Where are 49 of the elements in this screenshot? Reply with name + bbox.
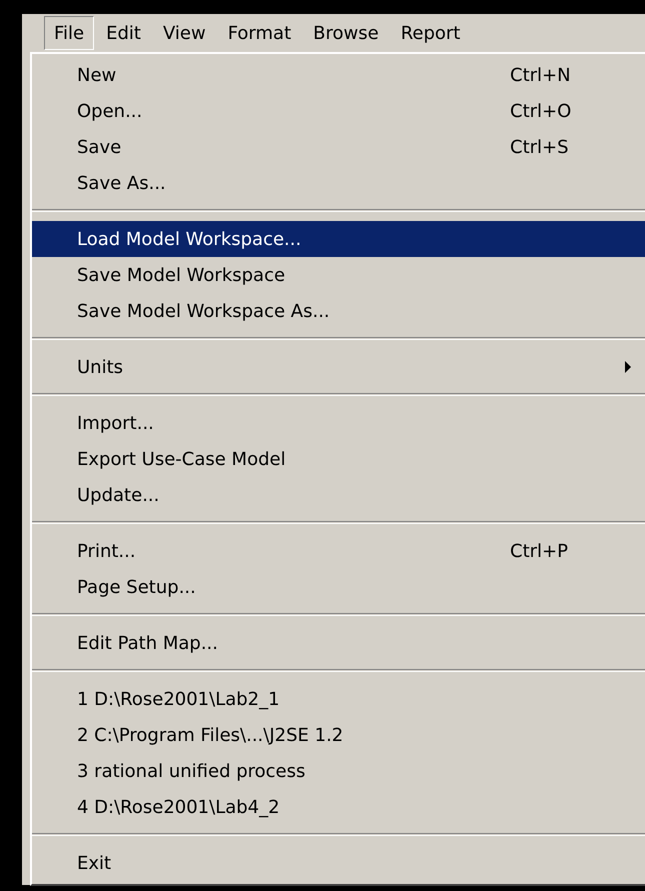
shortcut-label: Ctrl+N	[510, 64, 571, 86]
menu-item[interactable]: 3 rational unified process	[32, 753, 645, 789]
menu-item-label: Page Setup...	[77, 576, 196, 598]
menu-bar-item[interactable]: Format	[218, 16, 302, 50]
menu-item-label: Save Model Workspace As...	[77, 300, 330, 322]
shortcut-label: Ctrl+O	[510, 100, 572, 122]
menu-item[interactable]: Save As...	[32, 165, 645, 201]
submenu-arrow-icon	[624, 361, 632, 373]
menu-item[interactable]: 1 D:\Rose2001\Lab2_1	[32, 681, 645, 717]
menu-item-label: Load Model Workspace...	[77, 228, 302, 250]
menu-item[interactable]: Export Use-Case Model	[32, 441, 645, 477]
menu-item[interactable]: Update...	[32, 477, 645, 513]
menu-item[interactable]: Exit	[32, 845, 645, 881]
menu-bar-item[interactable]: File	[44, 16, 94, 50]
menu-item-label: Save	[77, 136, 122, 158]
menu-item[interactable]: Page Setup...	[32, 569, 645, 605]
menu-item-label: 1 D:\Rose2001\Lab2_1	[77, 688, 280, 710]
menu-bar-item[interactable]: View	[152, 16, 216, 50]
menu-item[interactable]: Save Model Workspace	[32, 257, 645, 293]
menu-item-label: Export Use-Case Model	[77, 448, 286, 470]
menu-item[interactable]: 2 C:\Program Files\...\J2SE 1.2	[32, 717, 645, 753]
menu-item-label: 2 C:\Program Files\...\J2SE 1.2	[77, 724, 344, 746]
menu-bar-item[interactable]: Edit	[96, 16, 151, 50]
menu-item[interactable]: 4 D:\Rose2001\Lab4_2	[32, 789, 645, 825]
shortcut-label: Ctrl+S	[510, 136, 569, 158]
menu-item[interactable]: Units	[32, 349, 645, 385]
menu-item[interactable]: Import...	[32, 405, 645, 441]
menu-item[interactable]: Print... Ctrl+P	[32, 533, 645, 569]
menu-item[interactable]: Save Model Workspace As...	[32, 293, 645, 329]
menu-item-label: 3 rational unified process	[77, 760, 306, 782]
menu-item[interactable]: Save Ctrl+S	[32, 129, 645, 165]
menu-item-label: New	[77, 64, 116, 86]
menu-item[interactable]: Load Model Workspace...	[32, 221, 645, 257]
menu-item-label: Save Model Workspace	[77, 264, 286, 286]
menu-item-label: Units	[77, 356, 124, 378]
menu-item-label: Save As...	[77, 172, 166, 194]
menu-item-label: Open...	[77, 100, 142, 122]
menu-item[interactable]: Open... Ctrl+O	[32, 93, 645, 129]
menu-item-label: Exit	[77, 852, 112, 874]
menu-item-label: Edit Path Map...	[77, 632, 218, 654]
shortcut-label: Ctrl+P	[510, 540, 568, 562]
menu-item-label: Import...	[77, 412, 154, 434]
menu-item[interactable]: New Ctrl+N	[32, 57, 645, 93]
menu-item-label: Print...	[77, 540, 136, 562]
menu-bar-item[interactable]: Report	[390, 16, 470, 50]
menu-bar-item[interactable]: Browse	[303, 16, 389, 50]
menu-item-label: Update...	[77, 484, 160, 506]
menu-item-label: 4 D:\Rose2001\Lab4_2	[77, 796, 280, 818]
menu-item[interactable]: Edit Path Map...	[32, 625, 645, 661]
